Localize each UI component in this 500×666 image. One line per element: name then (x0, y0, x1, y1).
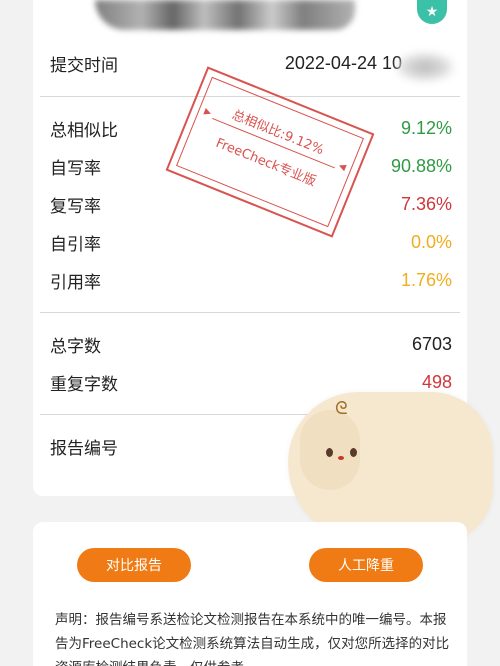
total-chars-label: 总字数 (50, 336, 101, 357)
metric-value: 7.36% (400, 193, 452, 214)
metric-label: 总相似比 (50, 120, 118, 141)
metric-label: 自写率 (50, 158, 101, 179)
metric-value: 90.88% (390, 155, 452, 176)
total-chars-row: 总字数 6703 (50, 329, 452, 359)
divider (40, 312, 460, 313)
submit-time-row: 提交时间 2022-04-24 10 (50, 48, 452, 78)
redacted-title-scribble (95, 0, 355, 30)
dog-eye-icon (350, 448, 357, 457)
submit-time-label: 提交时间 (50, 55, 118, 76)
dup-chars-value: 498 (421, 371, 452, 392)
metric-label: 复写率 (50, 196, 101, 217)
disclaimer-text: 声明：报告编号系送检论文检测报告在本系统中的唯一编号。本报告为FreeCheck… (55, 612, 450, 666)
metric-row-citation: 引用率 1.76% (50, 265, 452, 295)
metric-value: 0.0% (410, 231, 452, 252)
dog-eye-icon (326, 448, 333, 457)
metric-label: 自引率 (50, 234, 101, 255)
report-number-label: 报告编号 (50, 438, 118, 459)
metric-row-self-citation: 自引率 0.0% (50, 227, 452, 257)
compare-report-button[interactable]: 对比报告 (77, 548, 191, 582)
dog-hair-curl-icon: ᘓ (335, 398, 348, 419)
redacted-time-blur (395, 52, 455, 82)
metric-value: 1.76% (400, 269, 452, 290)
metric-label: 引用率 (50, 272, 101, 293)
dog-nose-icon (338, 456, 344, 460)
dup-chars-label: 重复字数 (50, 374, 118, 395)
total-chars-value: 6703 (411, 333, 452, 354)
metric-value: 9.12% (400, 117, 452, 138)
manual-rewrite-button[interactable]: 人工降重 (309, 548, 423, 582)
submit-time-value: 2022-04-24 10 (284, 52, 402, 73)
